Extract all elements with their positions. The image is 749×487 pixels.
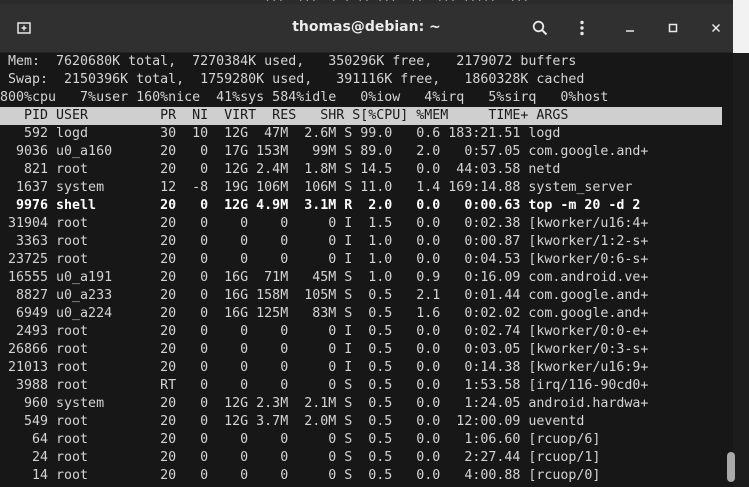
process-row: 9036 u0_a160 20 0 17G 153M 99M S 89.0 2.…: [0, 144, 649, 159]
process-row: 26866 root 20 0 0 0 0 I 0.5 0.0 0:03.05 …: [0, 342, 649, 357]
cpu-summary: 800%cpu 7%user 160%nice 41%sys 584%idle …: [0, 90, 609, 105]
search-icon[interactable]: [526, 14, 554, 42]
process-row: 1637 system 12 -8 19G 106M 106M S 11.0 1…: [0, 180, 633, 195]
process-row: 14 root 20 0 0 0 0 S 0.5 0.0 4:00.88 [rc…: [0, 468, 601, 483]
process-row: 24 root 20 0 0 0 0 S 0.5 0.0 2:27.44 [rc…: [0, 450, 601, 465]
column-header: PID USER PR NI VIRT RES SHR S[%CPU] %MEM…: [0, 108, 569, 123]
process-row: 16555 u0_a191 20 0 16G 71M 45M S 1.0 0.9…: [0, 270, 649, 285]
process-row: 2493 root 20 0 0 0 0 I 0.5 0.0 0:02.74 […: [0, 324, 649, 339]
process-row: 21013 root 20 0 0 0 0 I 0.5 0.0 0:14.38 …: [0, 360, 649, 375]
swap-summary: Swap: 2150396K total, 1759280K used, 391…: [0, 72, 585, 87]
title-bar: thomas@debian: ~: [0, 4, 733, 53]
process-row: 3988 root RT 0 0 0 0 S 0.5 0.0 1:53.58 […: [0, 378, 649, 393]
process-row: 9976 shell 20 0 12G 4.9M 3.1M R 2.0 0.0 …: [0, 198, 641, 213]
process-row: 8827 u0_a233 20 0 16G 158M 105M S 0.5 2.…: [0, 288, 649, 303]
process-row: 592 logd 30 10 12G 47M 2.6M S 99.0 0.6 1…: [0, 126, 561, 141]
process-row: 31904 root 20 0 0 0 0 I 1.5 0.0 0:02.38 …: [0, 216, 649, 231]
close-icon[interactable]: [702, 14, 730, 42]
menu-icon[interactable]: [568, 14, 596, 42]
scrollbar-thumb[interactable]: [727, 452, 735, 482]
process-row: 64 root 20 0 0 0 0 S 0.5 0.0 1:06.60 [rc…: [0, 432, 601, 447]
process-row: 821 root 20 0 12G 2.4M 1.8M S 14.5 0.0 4…: [0, 162, 561, 177]
process-row: 3363 root 20 0 0 0 0 I 1.0 0.0 0:00.87 […: [0, 234, 649, 249]
scrollbar[interactable]: [733, 53, 749, 487]
mem-summary: Mem: 7620680K total, 7270384K used, 3502…: [0, 54, 577, 69]
minimize-icon[interactable]: [616, 14, 644, 42]
terminal-output[interactable]: Mem: 7620680K total, 7270384K used, 3502…: [0, 53, 733, 487]
maximize-icon[interactable]: [659, 14, 687, 42]
process-row: 549 root 20 0 12G 3.7M 2.0M S 0.5 0.0 12…: [0, 414, 585, 429]
process-row: 23725 root 20 0 0 0 0 I 1.0 0.0 0:04.53 …: [0, 252, 649, 267]
process-row: 6949 u0_a224 20 0 16G 125M 83M S 0.5 1.6…: [0, 306, 649, 321]
process-row: 960 system 20 0 12G 2.3M 2.1M S 0.5 0.0 …: [0, 396, 649, 411]
